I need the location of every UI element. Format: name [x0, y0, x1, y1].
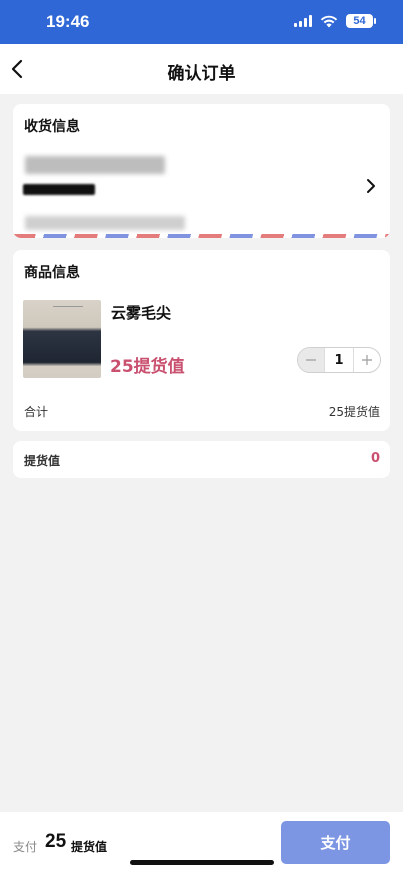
- delivery-value-amount: 0: [370, 451, 380, 466]
- pay-amount: 25: [45, 831, 67, 852]
- product-price: 25提货值: [110, 357, 185, 377]
- airmail-border: [13, 234, 390, 238]
- chevron-right-icon[interactable]: [364, 178, 378, 194]
- nav-bar: 确认订单: [0, 44, 403, 94]
- pay-unit: 提货值: [71, 840, 108, 854]
- status-icons: 54: [294, 14, 376, 28]
- status-time: 19:46: [46, 12, 90, 31]
- delivery-value-label: 提货值: [24, 454, 61, 468]
- recipient-phone-redacted: [23, 184, 95, 195]
- address-card[interactable]: 收货信息: [13, 104, 390, 238]
- recipient-name-redacted: [25, 156, 165, 174]
- wifi-icon: [320, 15, 338, 27]
- total-label: 合计: [24, 405, 49, 419]
- pay-button[interactable]: 支付: [281, 821, 390, 864]
- plus-icon: [362, 355, 372, 365]
- delivery-value-card: 提货值 0: [13, 441, 390, 478]
- quantity-stepper: 1: [297, 347, 381, 373]
- pay-label: 支付: [13, 840, 38, 854]
- address-redacted: [25, 216, 185, 230]
- increase-quantity-button[interactable]: [354, 348, 380, 372]
- address-section-title: 收货信息: [24, 119, 80, 135]
- battery-icon: 54: [346, 14, 376, 28]
- product-name: 云雾毛尖: [111, 304, 172, 322]
- product-card: 商品信息 云雾毛尖 25提货值 1 合计 25提货值: [13, 250, 390, 431]
- signal-icon: [294, 15, 312, 27]
- home-indicator: [130, 860, 274, 865]
- quantity-value[interactable]: 1: [324, 348, 354, 372]
- status-bar: 19:46 54: [0, 0, 403, 44]
- minus-icon: [306, 359, 316, 361]
- product-section-title: 商品信息: [24, 265, 80, 281]
- page-title: 确认订单: [167, 64, 236, 84]
- product-image: [23, 300, 101, 378]
- decrease-quantity-button[interactable]: [298, 348, 324, 372]
- total-value: 25提货值: [328, 405, 380, 419]
